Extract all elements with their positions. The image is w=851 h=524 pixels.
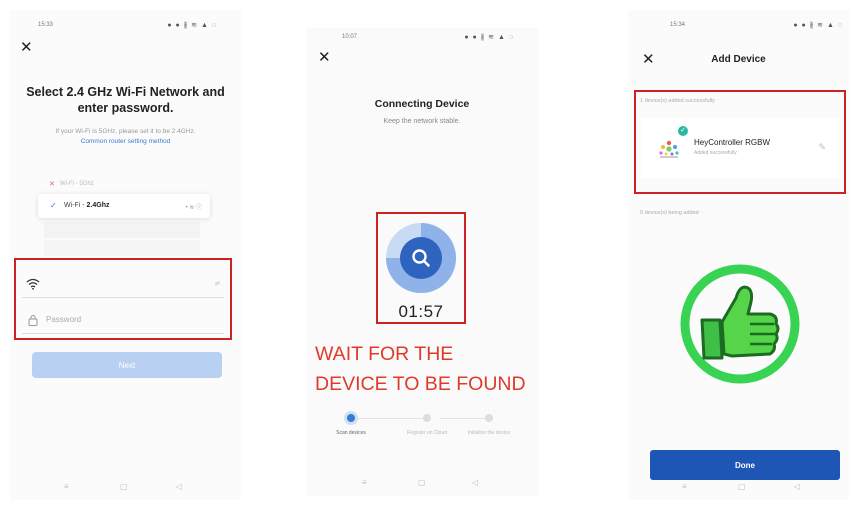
step-register: Register on Cloud (402, 414, 452, 437)
thumbs-up-icon (680, 264, 800, 384)
wifi-name-field[interactable]: ⇄ (22, 272, 224, 298)
annotation-line: WAIT FOR THE (315, 343, 454, 365)
page-title: Connecting Device (374, 98, 470, 110)
added-count-caption: 1 device(s) added successfully (640, 98, 715, 104)
step-label: Register on Cloud (406, 430, 448, 436)
back-icon[interactable]: ◁ (472, 478, 478, 487)
wifi-info-icon: • ≋ ⓘ (185, 205, 202, 211)
screen-wifi-setup: 15:33 ● ● ∦ ≋ ▲ ◌ ✕ Select 2.4 GHz Wi-Fi… (10, 10, 241, 500)
status-bar: 15:34 ● ● ∦ ≋ ▲ ◌ (628, 20, 849, 34)
search-progress-icon (386, 223, 456, 293)
progress-steps: Scan devices Register on Cloud Initializ… (326, 414, 518, 464)
annotation-line: DEVICE TO BE FOUND (315, 373, 526, 395)
done-button[interactable]: Done (650, 450, 840, 480)
status-bar: 10:07 ● ● ∦ ≋ ▲ ◌ (306, 32, 538, 46)
device-name: HeyController RGBW (694, 138, 771, 147)
page-title: Add Device (711, 54, 766, 65)
device-card[interactable]: ✓ HeyController RGBW Added successfully … (642, 118, 838, 178)
password-input[interactable] (46, 315, 166, 324)
close-icon[interactable]: ✕ (318, 50, 331, 65)
device-status: Added successfully (694, 150, 737, 156)
step-label: Initialize the device (467, 430, 511, 436)
step-initialize: Initialize the device (464, 414, 514, 437)
home-icon[interactable]: ▢ (418, 478, 426, 487)
screen-add-device: 15:34 ● ● ∦ ≋ ▲ ◌ ✕ Add Device 1 device(… (628, 10, 849, 500)
wifi-signal-icon: ◔ (60, 181, 64, 187)
menu-icon[interactable]: ≡ (362, 478, 367, 487)
wifi-icon (26, 278, 40, 290)
step-dot (485, 414, 493, 422)
wifi-24g-label: Wi-Fi - 2.4Ghz (64, 202, 110, 209)
credential-highlight: ⇄ (14, 258, 232, 340)
annotation-text: WAIT FOR THE DEVICE TO BE FOUND (315, 339, 526, 399)
page-subtitle: Keep the network stable. (383, 118, 461, 125)
status-time: 10:07 (342, 34, 358, 40)
wifi-row-5g: ✕ Wi-Fi - 5Ghz ◔ (44, 176, 200, 192)
status-time: 15:34 (670, 22, 686, 28)
adding-count-caption: 0 device(s) being added ◌ (640, 210, 704, 216)
android-navbar: ≡ ▢ ◁ (10, 478, 241, 500)
status-icons: ● ● ∦ ≋ ▲ ◌ (793, 22, 843, 29)
step-label: Scan devices (336, 430, 366, 436)
close-icon[interactable]: ✕ (20, 40, 33, 55)
home-icon[interactable]: ▢ (738, 482, 746, 491)
wifi-row-placeholder (44, 222, 200, 238)
status-bar: 15:33 ● ● ∦ ≋ ▲ ◌ (10, 20, 241, 34)
loading-icon: ◌ (700, 210, 704, 216)
next-button[interactable]: Next (32, 352, 222, 378)
status-time: 15:33 (38, 22, 54, 28)
android-navbar: ≡ ▢ ◁ (628, 478, 849, 500)
menu-icon[interactable]: ≡ (682, 482, 687, 491)
wifi-hint-text: If your Wi-Fi is 5GHz, please set it to … (55, 128, 196, 135)
edit-icon[interactable]: ✎ (818, 142, 826, 153)
page-title: Select 2.4 GHz Wi-Fi Network and enter p… (26, 85, 225, 115)
added-device-highlight: 1 device(s) added successfully ✓ HeyCont… (634, 90, 846, 194)
swap-icon[interactable]: ⇄ (215, 280, 220, 287)
screen-connecting: 10:07 ● ● ∦ ≋ ▲ ◌ ✕ Connecting Device Ke… (306, 28, 538, 496)
status-icons: ● ● ∦ ≋ ▲ ◌ (167, 22, 217, 29)
countdown-timer: 01:57 (398, 302, 444, 321)
back-icon[interactable]: ◁ (794, 482, 800, 491)
lock-icon (28, 315, 38, 326)
check-icon: ✓ (50, 201, 57, 210)
back-icon[interactable]: ◁ (176, 482, 182, 491)
step-dot (423, 414, 431, 422)
home-icon[interactable]: ▢ (120, 482, 128, 491)
status-icons: ● ● ∦ ≋ ▲ ◌ (464, 34, 514, 41)
menu-icon[interactable]: ≡ (64, 482, 69, 491)
password-row (22, 308, 224, 334)
wifi-row-24g: ✓ Wi-Fi - 2.4Ghz • ≋ ⓘ (38, 194, 210, 218)
close-icon: ✕ (49, 181, 55, 188)
check-icon: ✓ (678, 126, 688, 136)
wifi-row-placeholder (44, 240, 200, 256)
step-dot (347, 414, 355, 422)
router-setting-link[interactable]: Common router setting method (10, 138, 241, 145)
search-progress-highlight: 01:57 (376, 212, 466, 324)
android-navbar: ≡ ▢ ◁ (306, 474, 538, 496)
rgb-light-icon (659, 140, 679, 158)
step-scan: Scan devices (326, 414, 376, 437)
